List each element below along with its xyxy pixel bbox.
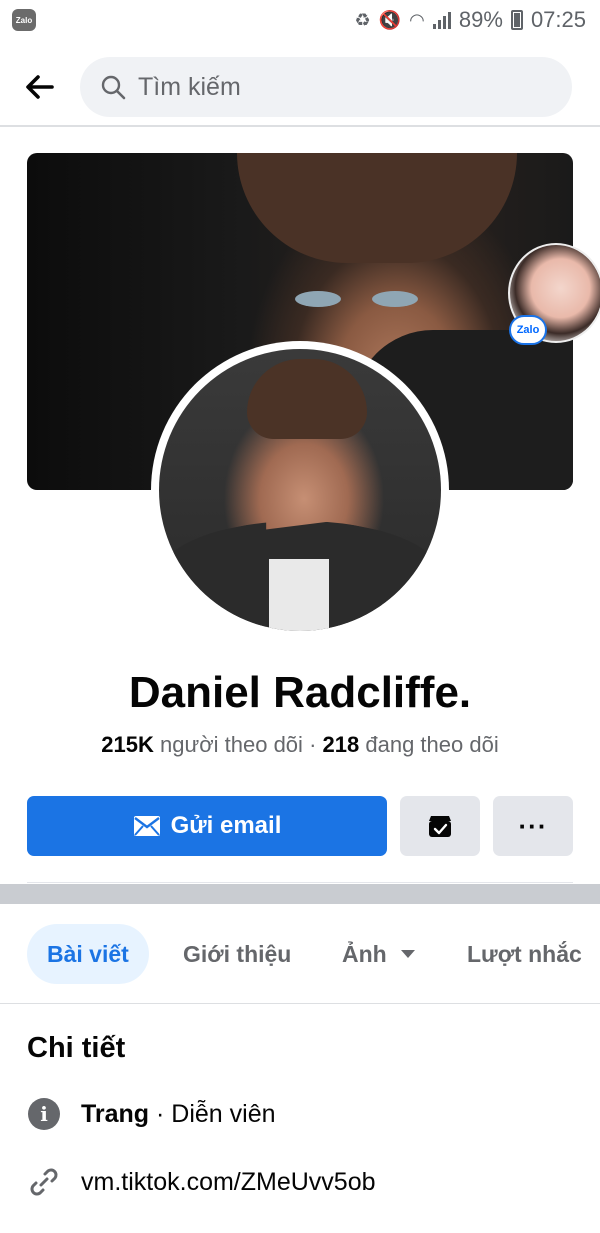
following-label: đang theo dõi [365, 732, 499, 757]
mute-icon: 🔇 [378, 9, 402, 30]
search-input[interactable]: Tìm kiếm [80, 57, 572, 117]
caret-down-icon [400, 950, 415, 958]
status-indicators: ♻ 🔇 ◠ 89% 07:25 [355, 7, 586, 33]
battery-icon [510, 10, 523, 30]
back-arrow-icon [26, 75, 54, 99]
top-app-bar: Tìm kiếm [0, 48, 600, 126]
send-email-label: Gửi email [170, 812, 282, 839]
tab-posts[interactable]: Bài viết [27, 924, 149, 984]
search-placeholder: Tìm kiếm [138, 72, 241, 101]
tab-photos-label: Ảnh [342, 940, 387, 967]
section-separator [0, 884, 600, 904]
cover-photo-eye [295, 291, 341, 307]
profile-tabs: Bài viết Giới thiệu Ảnh Lượt nhắc [0, 924, 600, 984]
tab-about[interactable]: Giới thiệu [183, 924, 291, 984]
tab-about-label: Giới thiệu [183, 940, 292, 967]
followers-count: 215K [101, 732, 154, 757]
details-heading: Chi tiết [27, 1032, 126, 1064]
stats-separator: · [309, 732, 317, 757]
status-bar: Zalo ♻ 🔇 ◠ 89% 07:25 [0, 0, 600, 40]
header-divider [0, 125, 600, 127]
detail-website[interactable]: vm.tiktok.com/ZMeUvv5ob [27, 1165, 376, 1199]
wifi-icon: ◠ [409, 9, 425, 30]
clock: 07:25 [530, 7, 586, 32]
category-type: Trang [81, 1099, 150, 1128]
zalo-notification-icon: Zalo [12, 9, 36, 31]
page-title: Daniel Radcliffe. [128, 668, 472, 717]
tab-mentions[interactable]: Lượt nhắc [467, 924, 582, 984]
envelope-icon [133, 816, 160, 836]
info-icon: i [28, 1098, 60, 1130]
avatar-hair [247, 359, 367, 439]
shopping-bag-check-icon [429, 816, 451, 837]
cover-photo-hair [237, 153, 517, 263]
avatar-shirt [269, 559, 329, 631]
category-value: · Diễn viên [149, 1099, 276, 1128]
search-icon [101, 75, 126, 100]
battery-percent: 89% [458, 7, 503, 32]
link-icon [30, 1168, 58, 1196]
follow-stats[interactable]: 215K người theo dõi · 218 đang theo dõi [0, 732, 600, 758]
back-button[interactable] [0, 52, 80, 122]
signal-icon [432, 11, 451, 29]
followers-label: người theo dõi [160, 732, 303, 757]
profile-avatar[interactable] [159, 349, 441, 631]
detail-category: i Trang · Diễn viên [27, 1097, 276, 1131]
tab-photos[interactable]: Ảnh [342, 924, 415, 984]
actions-divider [27, 882, 573, 883]
link-icon-wrap [27, 1165, 61, 1199]
send-email-button[interactable]: Gửi email [27, 796, 387, 856]
cover-photo-eye [372, 291, 418, 307]
following-count: 218 [322, 732, 360, 757]
tabs-divider [0, 1003, 600, 1004]
zalo-badge: Zalo [509, 315, 547, 345]
tab-mentions-label: Lượt nhắc [467, 940, 582, 967]
info-icon-wrap: i [27, 1097, 61, 1131]
recycle-icon: ♻ [354, 9, 371, 30]
website-link[interactable]: vm.tiktok.com/ZMeUvv5ob [81, 1168, 376, 1197]
shop-button[interactable] [400, 796, 480, 856]
more-options-button[interactable]: ··· [493, 796, 573, 856]
tab-posts-label: Bài viết [47, 940, 129, 967]
